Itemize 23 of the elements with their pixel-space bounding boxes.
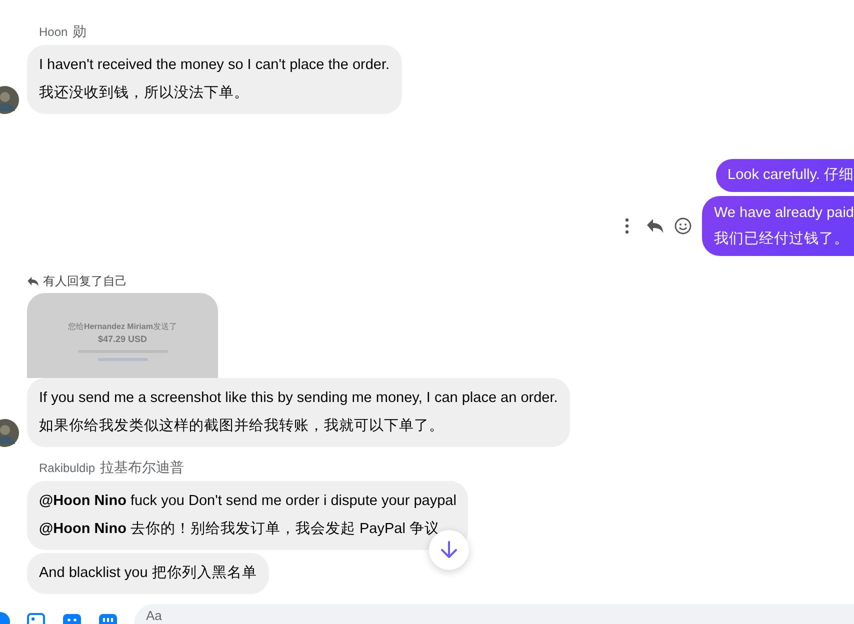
message-text: @Hoon Nino fuck you Don't send me order i dispute your paypal bbox=[39, 492, 456, 511]
message-text: Look carefully. 仔细 bbox=[728, 166, 854, 185]
sender-alias: 勋 bbox=[72, 23, 87, 41]
sender-name: Rakibuldip bbox=[39, 461, 96, 475]
message-text: I haven't received the money so I can't place the order. bbox=[39, 56, 390, 75]
message-text: 我还没收到钱，所以没法下单。 bbox=[39, 84, 250, 103]
screenshot-image[interactable]: 您给Hernandez Miriam发送了 $47.29 USD bbox=[27, 293, 218, 378]
sender-name: Hoon bbox=[39, 25, 68, 39]
message-text: @Hoon Nino 去你的！别给我发订单，我会发起 PayPal 争议 bbox=[39, 520, 440, 539]
message-text: 如果你给我发类似这样的截图并给我转账，我就可以下单了。 bbox=[39, 417, 445, 436]
emoji-icon[interactable] bbox=[674, 217, 692, 235]
reply-icon[interactable] bbox=[646, 217, 664, 235]
message-text: 我们已经付过钱了。 bbox=[714, 230, 850, 249]
sender-alias: 拉基布尔迪普 bbox=[100, 459, 184, 477]
message-field[interactable]: Aa bbox=[134, 604, 854, 624]
message-text: And blacklist you 把你列入黑名单 bbox=[39, 564, 257, 583]
image-text: $47.29 USD bbox=[98, 334, 148, 344]
down-arrow-icon bbox=[440, 540, 458, 560]
reply-note: 有人回复了自己 bbox=[43, 272, 127, 290]
message-text: If you send me a screenshot like this by sending me money, I can place an order. bbox=[39, 389, 558, 408]
message-text: We have already paid bbox=[714, 204, 854, 223]
image-text: 您给Hernandez Miriam发送了 bbox=[68, 321, 177, 332]
reply-icon bbox=[27, 276, 39, 286]
